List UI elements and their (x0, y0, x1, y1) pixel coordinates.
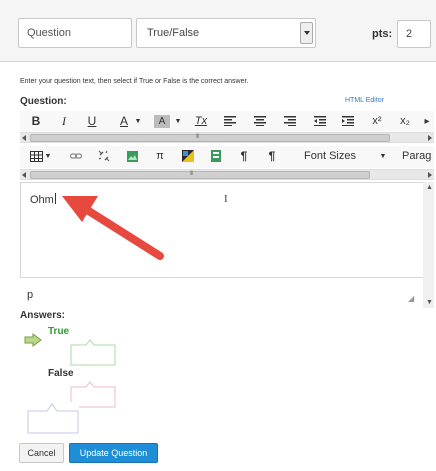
table-icon[interactable] (28, 146, 44, 166)
cancel-button[interactable]: Cancel (19, 443, 64, 463)
scroll-left-icon[interactable] (22, 135, 26, 141)
align-left-icon[interactable] (222, 111, 238, 131)
question-type-select[interactable]: True/False (136, 18, 316, 48)
more-icon[interactable]: ▸ (422, 111, 432, 131)
indent-icon[interactable] (340, 111, 356, 131)
question-type-value: True/False (147, 27, 200, 39)
scroll-right-icon[interactable] (428, 172, 432, 178)
question-instructions: Enter your question text, then select if… (20, 78, 249, 85)
answers-label: Answers: (20, 310, 66, 321)
rtl-direction-icon[interactable]: ¶ (264, 146, 280, 166)
clear-formatting-button[interactable]: Tx (192, 111, 210, 131)
align-right-icon[interactable] (282, 111, 298, 131)
bold-button[interactable]: B (28, 111, 44, 131)
ltr-direction-icon[interactable]: ¶ (236, 146, 252, 166)
font-sizes-dropdown-icon[interactable]: ▼ (378, 146, 388, 166)
image-icon[interactable] (124, 146, 140, 166)
font-color-dropdown-icon[interactable]: ▼ (134, 111, 142, 131)
subscript-button[interactable]: x₂ (396, 111, 414, 131)
general-comment-icon[interactable] (27, 402, 79, 439)
outdent-icon[interactable] (312, 111, 328, 131)
underline-button[interactable]: U (84, 111, 100, 131)
element-path: p (27, 289, 34, 301)
answer-true-comment-icon[interactable] (70, 338, 116, 371)
scroll-left-icon[interactable] (22, 172, 26, 178)
scroll-up-icon[interactable]: ▲ (426, 184, 433, 191)
question-text-editor[interactable]: Ohm I (20, 182, 434, 278)
editor-toolbar-formatting: B I U A ▼ A ▼ Tx x² x₂ ▸ (20, 111, 434, 131)
toolbar2-scroll-thumb[interactable] (30, 171, 370, 179)
scroll-grip-icon: III (190, 171, 193, 177)
editor-content[interactable]: Ohm (30, 193, 56, 206)
question-label: Question: (20, 96, 67, 107)
scroll-right-icon[interactable] (428, 135, 432, 141)
media-icon[interactable] (180, 146, 196, 166)
align-center-icon[interactable] (252, 111, 268, 131)
correct-answer-arrow-icon (24, 333, 42, 352)
paragraph-format-select[interactable]: Parag (402, 150, 431, 162)
toolbar2-scrollbar[interactable]: III (20, 169, 434, 180)
toolbar1-scrollbar[interactable]: III (20, 132, 434, 143)
equation-icon[interactable]: π (152, 146, 168, 166)
font-sizes-select[interactable]: Font Sizes (304, 150, 356, 162)
question-header-bar: Question True/False pts: 2 (0, 0, 436, 62)
toolbar1-scroll-thumb[interactable] (30, 134, 390, 142)
italic-button[interactable]: I (56, 111, 72, 131)
answer-true-label[interactable]: True (48, 326, 69, 337)
font-color-button[interactable]: A (116, 111, 132, 131)
points-input[interactable]: 2 (397, 20, 431, 48)
dropdown-arrow-icon[interactable] (300, 22, 313, 44)
scroll-down-icon[interactable]: ▼ (426, 299, 433, 306)
scroll-grip-icon: III (196, 134, 199, 140)
background-color-button[interactable]: A (154, 115, 170, 128)
text-cursor-icon: I (224, 193, 228, 205)
editor-toolbar-insert: ▼ π ¶ ¶ Font Sizes ▼ Parag (20, 146, 434, 168)
resize-handle-icon[interactable]: ◢ (408, 294, 414, 303)
answer-false-label[interactable]: False (48, 368, 74, 379)
points-label: pts: (372, 28, 393, 40)
table-dropdown-icon[interactable]: ▼ (44, 146, 52, 166)
editor-vertical-scrollbar[interactable]: ▲ ▼ (423, 182, 434, 308)
embed-icon[interactable] (208, 146, 224, 166)
unlink-icon[interactable] (96, 146, 112, 166)
question-name-input[interactable]: Question (18, 18, 132, 48)
superscript-button[interactable]: x² (368, 111, 386, 131)
link-icon[interactable] (68, 146, 84, 166)
background-color-dropdown-icon[interactable]: ▼ (174, 111, 182, 131)
text-caret (54, 193, 56, 204)
html-editor-link[interactable]: HTML Editor (345, 97, 384, 104)
update-question-button[interactable]: Update Question (69, 443, 158, 463)
